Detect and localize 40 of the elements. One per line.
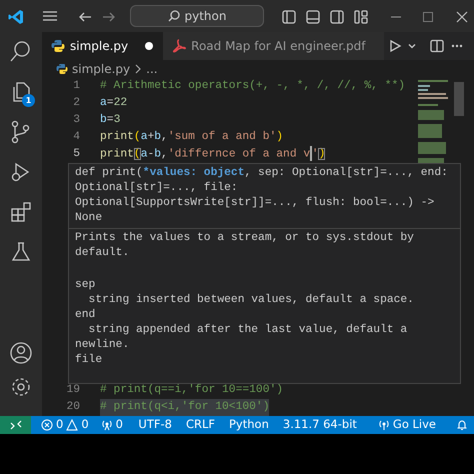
signature-line: None [75, 211, 104, 226]
doc-text: string appended after the last value, default a [88, 323, 408, 338]
signature-line: def print(*values: object, sep: Optional[str]=..., end: [75, 166, 449, 181]
line-number: 20 [65, 400, 81, 415]
doc-text: Prints the values to a stream, or to sys.stdout by [75, 231, 415, 246]
search-field[interactable]: python [130, 5, 264, 27]
status-item[interactable]: Python [222, 416, 276, 434]
breadcrumb-item[interactable]: ... [146, 60, 158, 78]
code-line: print(a+b,'sum of a and b') [100, 130, 284, 145]
param-name: end [75, 308, 96, 323]
line-number: 3 [72, 113, 81, 128]
code-text: ' [312, 148, 318, 160]
param-name: sep [75, 278, 96, 293]
code-line: b=3 [100, 112, 120, 128]
line-number: 19 [65, 383, 81, 398]
breadcrumb-item[interactable]: simple.py [72, 60, 130, 78]
doc-text: string inserted between values, default a space. [88, 293, 415, 308]
editor-tab[interactable]: simple.py [42, 32, 164, 60]
code-text: a-b,'differnce of a and v [140, 148, 310, 160]
ports-status[interactable]: 0 [94, 416, 129, 434]
code-line: # print(q==i,'for 10==100') [100, 383, 284, 398]
line-number: 2 [72, 96, 81, 111]
signature-line: Optional[str]=..., file: [75, 181, 239, 196]
line-number: 1 [72, 79, 81, 94]
doc-text: default. [75, 246, 130, 261]
signature-line: Optional[SupportsWrite[str]]=..., flush: bool=...) -> [75, 196, 436, 211]
status-item[interactable]: UTF-8 [131, 416, 179, 434]
code-line: # Arithmetic operators(+, -, *, /, //, %, **) [100, 78, 406, 94]
param-name: file [75, 353, 104, 368]
go-live-button[interactable]: Go Live [372, 416, 442, 434]
code-line: a=22 [100, 96, 128, 111]
status-item[interactable]: CRLF [178, 416, 222, 434]
doc-text: newline. [75, 338, 130, 353]
line-number: 5 [72, 147, 81, 162]
code-text: print [100, 148, 134, 160]
status-item[interactable]: 3.11.7 64-bit [276, 416, 364, 434]
editor-tab[interactable]: Road Map for AI engineer.pdf [163, 32, 384, 60]
problems-status[interactable]: 0 0 [35, 416, 95, 434]
line-number: 4 [72, 130, 81, 145]
notification-badge: 1 [22, 94, 35, 107]
